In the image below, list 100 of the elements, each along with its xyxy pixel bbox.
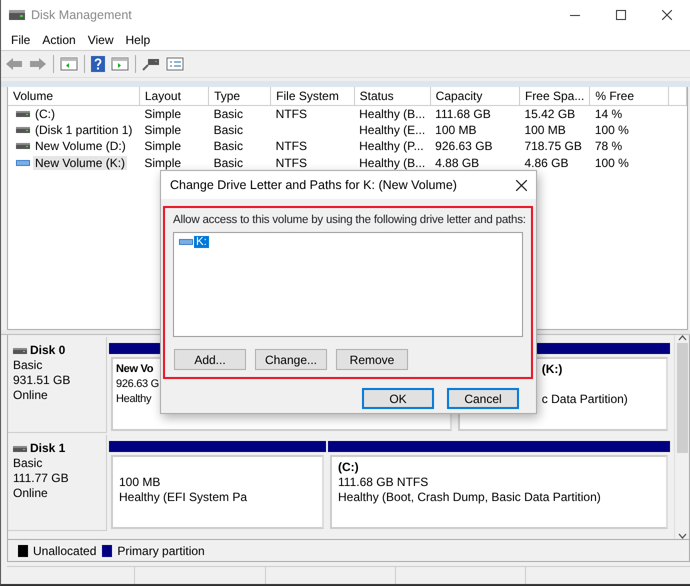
table-cell: 4.88 GB bbox=[435, 156, 480, 170]
table-cell: 15.42 GB bbox=[524, 106, 576, 120]
table-cell: 100 MB bbox=[524, 122, 566, 137]
table-cell: 14 % bbox=[594, 106, 622, 120]
table-cell: Simple bbox=[144, 156, 182, 170]
table-cell: 111.68 GB bbox=[435, 106, 491, 120]
scrollbar[interactable] bbox=[674, 335, 689, 539]
help-icon[interactable] bbox=[91, 56, 105, 72]
disk-label[interactable]: Disk 0 Basic 931.51 GB Online bbox=[8, 337, 107, 433]
maximize-icon bbox=[616, 10, 626, 20]
partition-name: New Vo bbox=[116, 362, 154, 377]
table-cell: Healthy (B... bbox=[359, 106, 426, 120]
legend-label: Unallocated bbox=[33, 544, 96, 558]
partition-size: 111.68 GB NTFS bbox=[338, 475, 428, 490]
column-header[interactable]: Type bbox=[208, 87, 271, 105]
partition-status: c Data Partition) bbox=[542, 392, 628, 407]
drive-icon bbox=[13, 348, 27, 354]
column-header[interactable]: Status bbox=[354, 87, 430, 105]
table-cell: 4.86 GB bbox=[524, 156, 568, 170]
menu-item[interactable]: Action bbox=[36, 31, 82, 49]
menu-item[interactable]: Help bbox=[120, 31, 156, 49]
disk-info: Basic bbox=[13, 456, 44, 471]
dialog-prompt: Allow access to this volume by using the following drive letter and paths: bbox=[173, 214, 523, 226]
drive-name[interactable]: (Disk 1 partition 1) bbox=[33, 122, 134, 137]
drive-icon bbox=[16, 143, 30, 150]
drive-name[interactable]: New Volume (K:) bbox=[33, 156, 128, 170]
table-cell: 100 % bbox=[594, 156, 629, 170]
legend-label: Primary partition bbox=[117, 544, 205, 558]
drive-search-icon[interactable] bbox=[142, 56, 160, 72]
disk-info: 931.51 GB bbox=[13, 373, 72, 388]
table-cell: NTFS bbox=[276, 106, 308, 120]
partition-box[interactable]: (C:) 111.68 GB NTFS Healthy (Boot, Crash Dump, Basic Data Partition) bbox=[330, 455, 668, 529]
close-icon bbox=[662, 10, 672, 20]
table-cell: Basic bbox=[214, 122, 243, 137]
properties-icon[interactable] bbox=[166, 56, 184, 72]
partition-name: (C:) bbox=[338, 460, 359, 475]
table-cell: Basic bbox=[214, 139, 243, 154]
table-cell: 78 % bbox=[594, 139, 622, 154]
menu-item[interactable]: View bbox=[82, 31, 120, 49]
partition-size: 926.63 G bbox=[116, 377, 159, 392]
column-header[interactable]: File System bbox=[270, 87, 354, 105]
table-cell: Simple bbox=[144, 139, 182, 154]
disk-name: Disk 0 bbox=[30, 343, 66, 358]
drive-icon bbox=[16, 110, 30, 116]
table-cell: Healthy (E... bbox=[359, 122, 426, 137]
disk-info: Basic bbox=[13, 358, 44, 373]
pane-icon[interactable] bbox=[111, 56, 129, 72]
disk-info: 111.77 GB bbox=[13, 471, 70, 486]
drive-name[interactable]: New Volume (D:) bbox=[33, 139, 128, 154]
table-cell: Basic bbox=[214, 106, 243, 120]
partition-name: (K:) bbox=[542, 362, 562, 377]
dialog-button[interactable]: OK bbox=[362, 388, 434, 409]
action-button[interactable]: Remove bbox=[336, 349, 408, 370]
back-arrow-icon[interactable] bbox=[5, 56, 23, 72]
drive-icon bbox=[16, 160, 30, 166]
partition-status: Healthy (EFI System Pa bbox=[119, 490, 248, 505]
table-cell: NTFS bbox=[276, 139, 308, 154]
table-cell: NTFS bbox=[276, 156, 308, 170]
close-icon bbox=[516, 180, 526, 190]
path-item[interactable]: K: bbox=[194, 236, 209, 248]
disk-info: Online bbox=[13, 388, 49, 403]
table-cell: Healthy (B... bbox=[359, 156, 426, 170]
window-title: Disk Management bbox=[31, 8, 133, 22]
column-header[interactable]: Capacity bbox=[430, 87, 520, 105]
drive-icon bbox=[16, 126, 30, 133]
disk-management-icon bbox=[9, 8, 25, 22]
scroll-up-icon[interactable] bbox=[678, 335, 686, 341]
disk-info: Online bbox=[13, 486, 49, 501]
column-header[interactable]: Layout bbox=[139, 87, 209, 105]
partition-box[interactable]: 100 MB Healthy (EFI System Pa bbox=[111, 455, 324, 529]
partition-status: Healthy (Boot, Crash Dump, Basic Data Partition) bbox=[338, 490, 601, 505]
drive-icon bbox=[13, 446, 27, 452]
table-cell: Simple bbox=[144, 122, 182, 137]
dialog-button[interactable]: Cancel bbox=[447, 388, 519, 409]
disk-name: Disk 1 bbox=[30, 441, 66, 456]
dialog-title: Change Drive Letter and Paths for K: (New Volume) bbox=[170, 178, 458, 192]
table-cell: 100 % bbox=[594, 122, 629, 137]
action-button[interactable]: Change... bbox=[255, 349, 327, 370]
scroll-thumb[interactable] bbox=[676, 343, 688, 453]
forward-arrow-icon[interactable] bbox=[29, 56, 47, 72]
table-cell: 100 MB bbox=[435, 122, 477, 137]
menu-item[interactable]: File bbox=[5, 31, 36, 49]
partition-size: 100 MB bbox=[119, 475, 160, 490]
column-header[interactable]: Volume bbox=[8, 87, 140, 105]
column-header[interactable]: % Free bbox=[590, 87, 668, 105]
path-list[interactable]: K: bbox=[173, 232, 523, 337]
partition-status: Healthy bbox=[116, 392, 152, 407]
scroll-down-icon[interactable] bbox=[678, 533, 686, 539]
disk-label[interactable]: Disk 1 Basic 111.77 GB Online bbox=[8, 435, 107, 531]
table-cell: 718.75 GB bbox=[524, 139, 582, 154]
column-header[interactable]: Free Spa... bbox=[519, 87, 590, 105]
table-cell: Healthy (P... bbox=[359, 139, 424, 154]
table-cell: Simple bbox=[144, 106, 182, 120]
table-cell: 926.63 GB bbox=[435, 139, 493, 154]
minimize-icon bbox=[570, 14, 580, 16]
drive-name[interactable]: (C:) bbox=[33, 106, 57, 120]
drive-icon bbox=[179, 239, 193, 245]
table-cell: Basic bbox=[214, 156, 243, 170]
pane-icon[interactable] bbox=[60, 56, 78, 72]
action-button[interactable]: Add... bbox=[174, 349, 246, 370]
